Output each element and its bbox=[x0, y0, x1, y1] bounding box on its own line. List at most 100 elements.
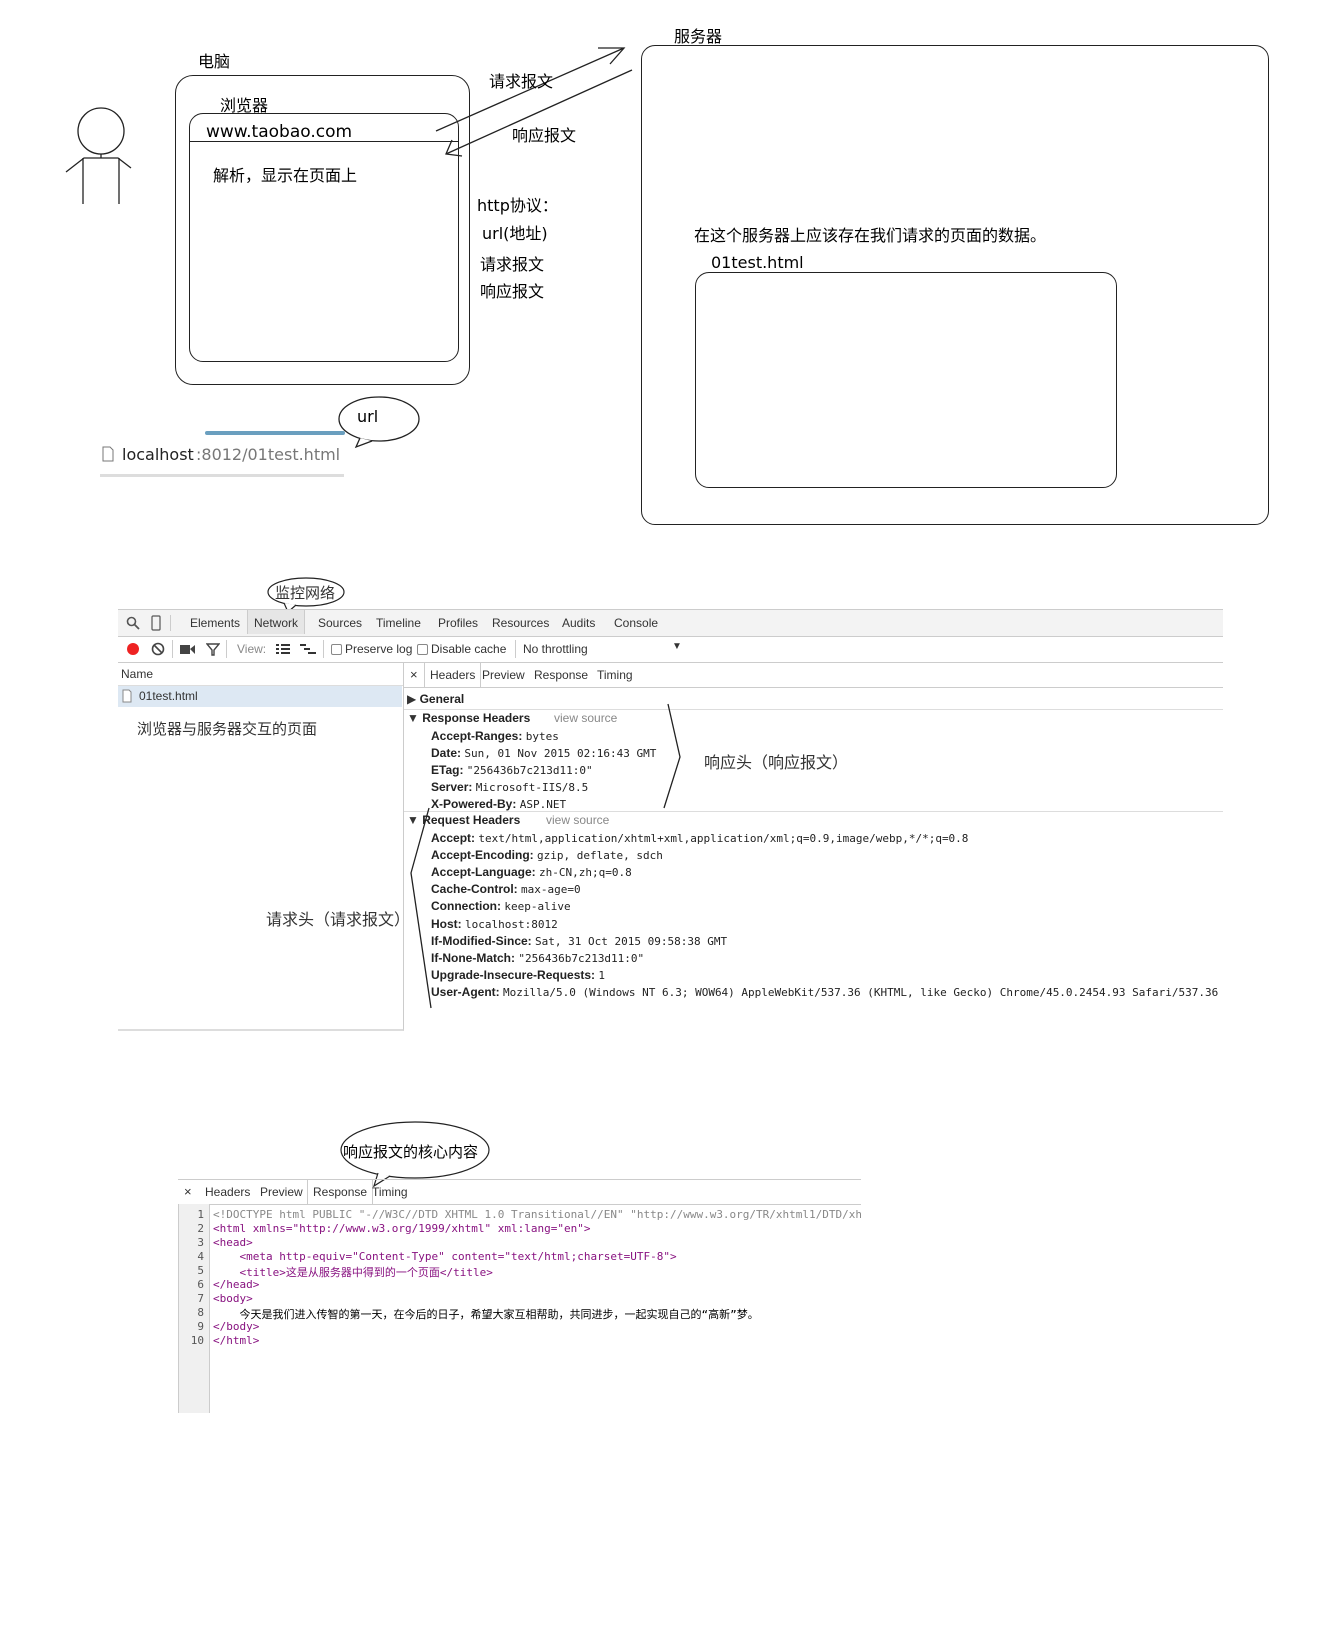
header-key: ETag: bbox=[431, 763, 464, 777]
browser-window bbox=[189, 113, 459, 362]
file-note: 浏览器与服务器交互的页面 bbox=[137, 720, 318, 738]
request-header-row: Upgrade-Insecure-Requests: 1 bbox=[431, 968, 605, 982]
tab-preview[interactable]: Preview bbox=[482, 668, 525, 682]
tab-sources[interactable]: Sources bbox=[318, 616, 362, 630]
camera-icon[interactable] bbox=[180, 644, 196, 655]
response-bubble-text: 响应报文的核心内容 bbox=[343, 1143, 479, 1161]
chevron-down-icon[interactable]: ▼ bbox=[672, 641, 682, 652]
request-headers-section[interactable]: ▼ Request Headers bbox=[407, 813, 520, 827]
header-key: Accept: bbox=[431, 831, 476, 845]
header-key: Accept-Encoding: bbox=[431, 848, 534, 863]
header-value: bytes bbox=[525, 730, 559, 743]
tab-timeline[interactable]: Timeline bbox=[376, 616, 421, 630]
request-view-source[interactable]: view source bbox=[546, 813, 609, 827]
request-header-row: Cache-Control: max-age=0 bbox=[431, 882, 581, 896]
header-value: "256436b7c213d11:0" bbox=[518, 951, 645, 965]
code-line: <head> bbox=[213, 1236, 253, 1249]
devtools-toolbar: View: Preserve log Disable cache No thro… bbox=[118, 636, 1223, 663]
tab-elements[interactable]: Elements bbox=[190, 616, 240, 630]
code-line: <meta http-equiv="Content-Type" content=… bbox=[213, 1250, 677, 1263]
header-key: If-Modified-Since: bbox=[431, 933, 532, 948]
line-number: 8 bbox=[197, 1306, 204, 1319]
header-key: Upgrade-Insecure-Requests: bbox=[431, 967, 596, 982]
tab-resources[interactable]: Resources bbox=[492, 616, 549, 630]
address-host: localhost bbox=[122, 445, 194, 464]
tab-profiles[interactable]: Profiles bbox=[438, 616, 478, 630]
request-header-row: Host: localhost:8012 bbox=[431, 917, 558, 931]
header-key: Connection: bbox=[431, 899, 501, 914]
computer-label: 电脑 bbox=[198, 52, 231, 71]
response-header-row: ETag: "256436b7c213d11:0" bbox=[431, 763, 593, 777]
code-line: </head> bbox=[213, 1278, 260, 1291]
request-header-row: User-Agent: Mozilla/5.0 (Windows NT 6.3;… bbox=[431, 985, 1218, 999]
general-section[interactable]: ▶ General bbox=[407, 692, 464, 706]
request-details: × Headers Preview Response Timing ▶ Gene… bbox=[404, 663, 1223, 1029]
view-label: View: bbox=[237, 642, 267, 656]
disable-cache-checkbox[interactable] bbox=[417, 644, 428, 655]
tab-preview[interactable]: Preview bbox=[260, 1185, 303, 1199]
header-value: Mozilla/5.0 (Windows NT 6.3; WOW64) Appl… bbox=[503, 985, 1219, 999]
throttling-select[interactable]: No throttling bbox=[523, 642, 588, 656]
header-key: Cache-Control: bbox=[431, 882, 518, 897]
tab-audits[interactable]: Audits bbox=[562, 616, 595, 630]
device-mode-icon[interactable] bbox=[151, 615, 161, 631]
search-icon[interactable] bbox=[126, 616, 140, 630]
tab-response[interactable]: Response bbox=[534, 668, 588, 682]
devtools-tab-bar: Elements Network Sources Timeline Profil… bbox=[118, 609, 1223, 637]
response-headers-section[interactable]: ▼ Response Headers bbox=[407, 711, 530, 725]
url-bubble-text: url bbox=[357, 407, 379, 426]
close-icon[interactable]: × bbox=[184, 1184, 192, 1199]
preserve-log-checkbox[interactable] bbox=[331, 644, 342, 655]
tab-timing[interactable]: Timing bbox=[597, 668, 633, 682]
tab-headers[interactable]: Headers bbox=[424, 663, 482, 687]
code-line: 今天是我们进入传智的第一天，在今后的日子，希望大家互相帮助，共同进步，一起实现自… bbox=[213, 1308, 759, 1321]
line-number: 7 bbox=[197, 1292, 204, 1305]
preserve-log-label: Preserve log bbox=[345, 642, 413, 656]
line-number: 5 bbox=[197, 1264, 204, 1277]
header-key: User-Agent: bbox=[431, 984, 500, 999]
detail-tab-bar: × Headers Preview Response Timing bbox=[404, 663, 1223, 688]
header-value: localhost:8012 bbox=[465, 917, 558, 931]
header-value: max-age=0 bbox=[521, 883, 581, 897]
code-line: </html> bbox=[213, 1334, 260, 1347]
clear-icon[interactable] bbox=[151, 642, 165, 656]
header-value: gzip, deflate, sdch bbox=[537, 849, 663, 863]
header-value: "256436b7c213d11:0" bbox=[466, 764, 593, 777]
record-icon[interactable] bbox=[126, 642, 140, 656]
response-header-row: Date: Sun, 01 Nov 2015 02:16:43 GMT bbox=[431, 746, 656, 760]
header-value: 1 bbox=[598, 968, 606, 982]
response-view-source[interactable]: view source bbox=[554, 711, 617, 725]
filter-icon[interactable] bbox=[206, 642, 220, 656]
close-icon[interactable]: × bbox=[410, 667, 418, 682]
page-icon bbox=[102, 446, 114, 462]
request-arrow-label: 请求报文 bbox=[489, 72, 554, 91]
request-header-row: Accept-Language: zh-CN,zh;q=0.8 bbox=[431, 865, 632, 879]
address-bar[interactable]: localhost :8012/01test.html bbox=[100, 440, 344, 477]
list-view-icon[interactable] bbox=[276, 643, 290, 655]
server-label: 服务器 bbox=[674, 27, 723, 46]
response-header-row: Server: Microsoft-IIS/8.5 bbox=[431, 780, 588, 794]
tab-timing[interactable]: Timing bbox=[372, 1185, 408, 1199]
browser-content-text: 解析，显示在页面上 bbox=[213, 166, 358, 185]
disable-cache-label: Disable cache bbox=[431, 642, 507, 656]
header-value: ASP.NET bbox=[519, 798, 567, 811]
header-key: If-None-Match: bbox=[431, 950, 515, 965]
tab-console[interactable]: Console bbox=[614, 616, 658, 630]
code-line: </body> bbox=[213, 1320, 260, 1333]
header-key: Date: bbox=[431, 746, 462, 760]
request-header-row: Accept: text/html,application/xhtml+xml,… bbox=[431, 831, 968, 845]
tab-network[interactable]: Network bbox=[247, 610, 306, 634]
tab-response[interactable]: Response bbox=[307, 1180, 374, 1204]
line-number: 2 bbox=[197, 1222, 204, 1235]
header-key: Accept-Ranges: bbox=[431, 729, 523, 743]
server-note: 在这个服务器上应该存在我们请求的页面的数据。 bbox=[694, 226, 1047, 245]
waterfall-view-icon[interactable] bbox=[300, 643, 316, 655]
line-number: 9 bbox=[197, 1320, 204, 1333]
code-line: <html xmlns="http://www.w3.org/1999/xhtm… bbox=[213, 1222, 591, 1235]
protocol-line-3: 请求报文 bbox=[480, 255, 545, 274]
tab-headers[interactable]: Headers bbox=[205, 1185, 250, 1199]
line-number: 3 bbox=[197, 1236, 204, 1249]
code-line: <body> bbox=[213, 1292, 253, 1305]
request-header-row: If-Modified-Since: Sat, 31 Oct 2015 09:5… bbox=[431, 934, 727, 948]
list-item[interactable]: 01test.html bbox=[118, 686, 402, 707]
